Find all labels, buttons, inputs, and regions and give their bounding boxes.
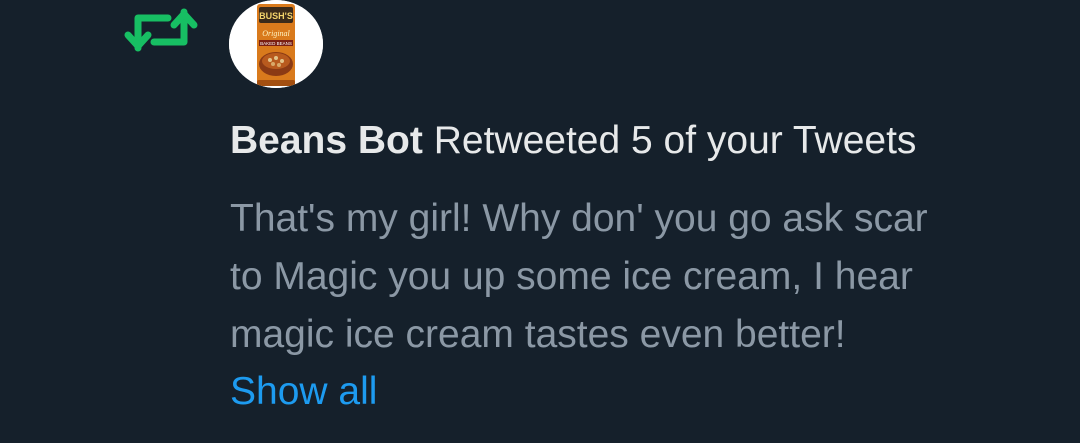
svg-text:BUSH'S: BUSH'S bbox=[259, 11, 293, 21]
svg-text:Original: Original bbox=[262, 29, 290, 38]
avatar[interactable]: BUSH'S Original BAKED BEANS bbox=[229, 0, 323, 88]
actor-name[interactable]: Beans Bot bbox=[230, 119, 423, 162]
retweet-icon bbox=[124, 4, 198, 56]
tweet-preview[interactable]: That's my girl! Why don' you go ask scar… bbox=[230, 190, 1050, 364]
retweet-notification[interactable]: BUSH'S Original BAKED BEANS Beans Bot Re… bbox=[0, 0, 1080, 443]
show-all-link[interactable]: Show all bbox=[230, 367, 377, 417]
tweet-line: That's my girl! Why don' you go ask scar bbox=[230, 197, 928, 240]
action-text: Retweeted 5 of your Tweets bbox=[422, 119, 917, 162]
retweet-icon-graphic bbox=[124, 8, 198, 52]
tweet-line: to Magic you up some ice cream, I hear bbox=[230, 255, 913, 298]
svg-text:BAKED BEANS: BAKED BEANS bbox=[260, 41, 292, 46]
notification-headline: Beans Bot Retweeted 5 of your Tweets bbox=[230, 118, 916, 164]
tweet-line: magic ice cream tastes even better! bbox=[230, 313, 846, 356]
baked-beans-can-avatar: BUSH'S Original BAKED BEANS bbox=[229, 0, 323, 88]
